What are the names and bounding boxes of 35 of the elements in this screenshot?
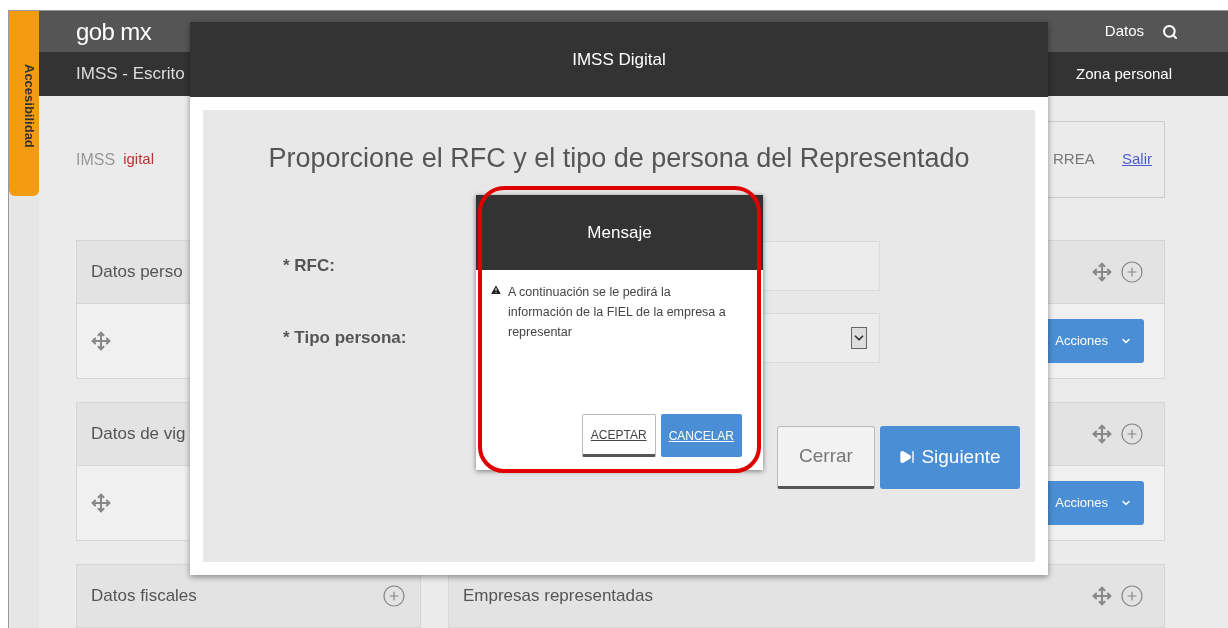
accessibility-tab[interactable]: Accesibilidad xyxy=(9,11,39,196)
nav-title: IMSS - Escrito xyxy=(76,63,185,86)
plus-circle-icon[interactable] xyxy=(1120,422,1144,446)
panel-title: Datos perso xyxy=(91,261,183,284)
logo-text: igital xyxy=(123,149,154,170)
accept-button[interactable]: ACEPTAR xyxy=(581,414,656,457)
move-icon[interactable] xyxy=(1092,262,1112,282)
plus-circle-icon[interactable] xyxy=(1120,260,1144,284)
field-label: * Tipo persona: xyxy=(283,327,407,347)
modal-title: IMSS Digital xyxy=(572,48,666,71)
user-name: RREA xyxy=(1053,149,1095,170)
logo-text: IMSS xyxy=(76,149,116,170)
field-label: * RFC: xyxy=(283,255,335,275)
move-icon[interactable] xyxy=(91,493,111,513)
panel-title: Empresas representadas xyxy=(463,585,653,608)
move-icon[interactable] xyxy=(91,331,111,351)
modal-heading: Proporcione el RFC y el tipo de persona del Representado xyxy=(267,142,971,175)
cancel-button[interactable]: CANCELAR xyxy=(660,414,742,457)
panel-title: Datos fiscales xyxy=(91,585,197,608)
skip-forward-icon xyxy=(899,449,916,465)
plus-circle-icon[interactable] xyxy=(1120,584,1144,608)
message-title: Mensaje xyxy=(587,221,652,244)
header-link[interactable]: Datos xyxy=(1104,20,1144,43)
move-icon[interactable] xyxy=(1092,586,1112,606)
logout-link[interactable]: Salir xyxy=(1122,148,1152,171)
panel-title: Datos de vig xyxy=(91,423,186,446)
next-button[interactable]: Siguiente xyxy=(880,425,1020,489)
move-icon[interactable] xyxy=(1092,424,1112,444)
site-logo[interactable]: gob mx xyxy=(76,13,152,50)
plus-circle-icon[interactable] xyxy=(382,584,406,608)
warning-icon xyxy=(490,284,502,296)
close-button[interactable]: Cerrar xyxy=(777,425,875,489)
message-text: A continuación se le pedirá la información de la FIEL de la empresa a representar xyxy=(508,284,727,341)
search-icon[interactable] xyxy=(1162,23,1178,40)
nav-link[interactable]: Zona personal xyxy=(1076,65,1172,83)
